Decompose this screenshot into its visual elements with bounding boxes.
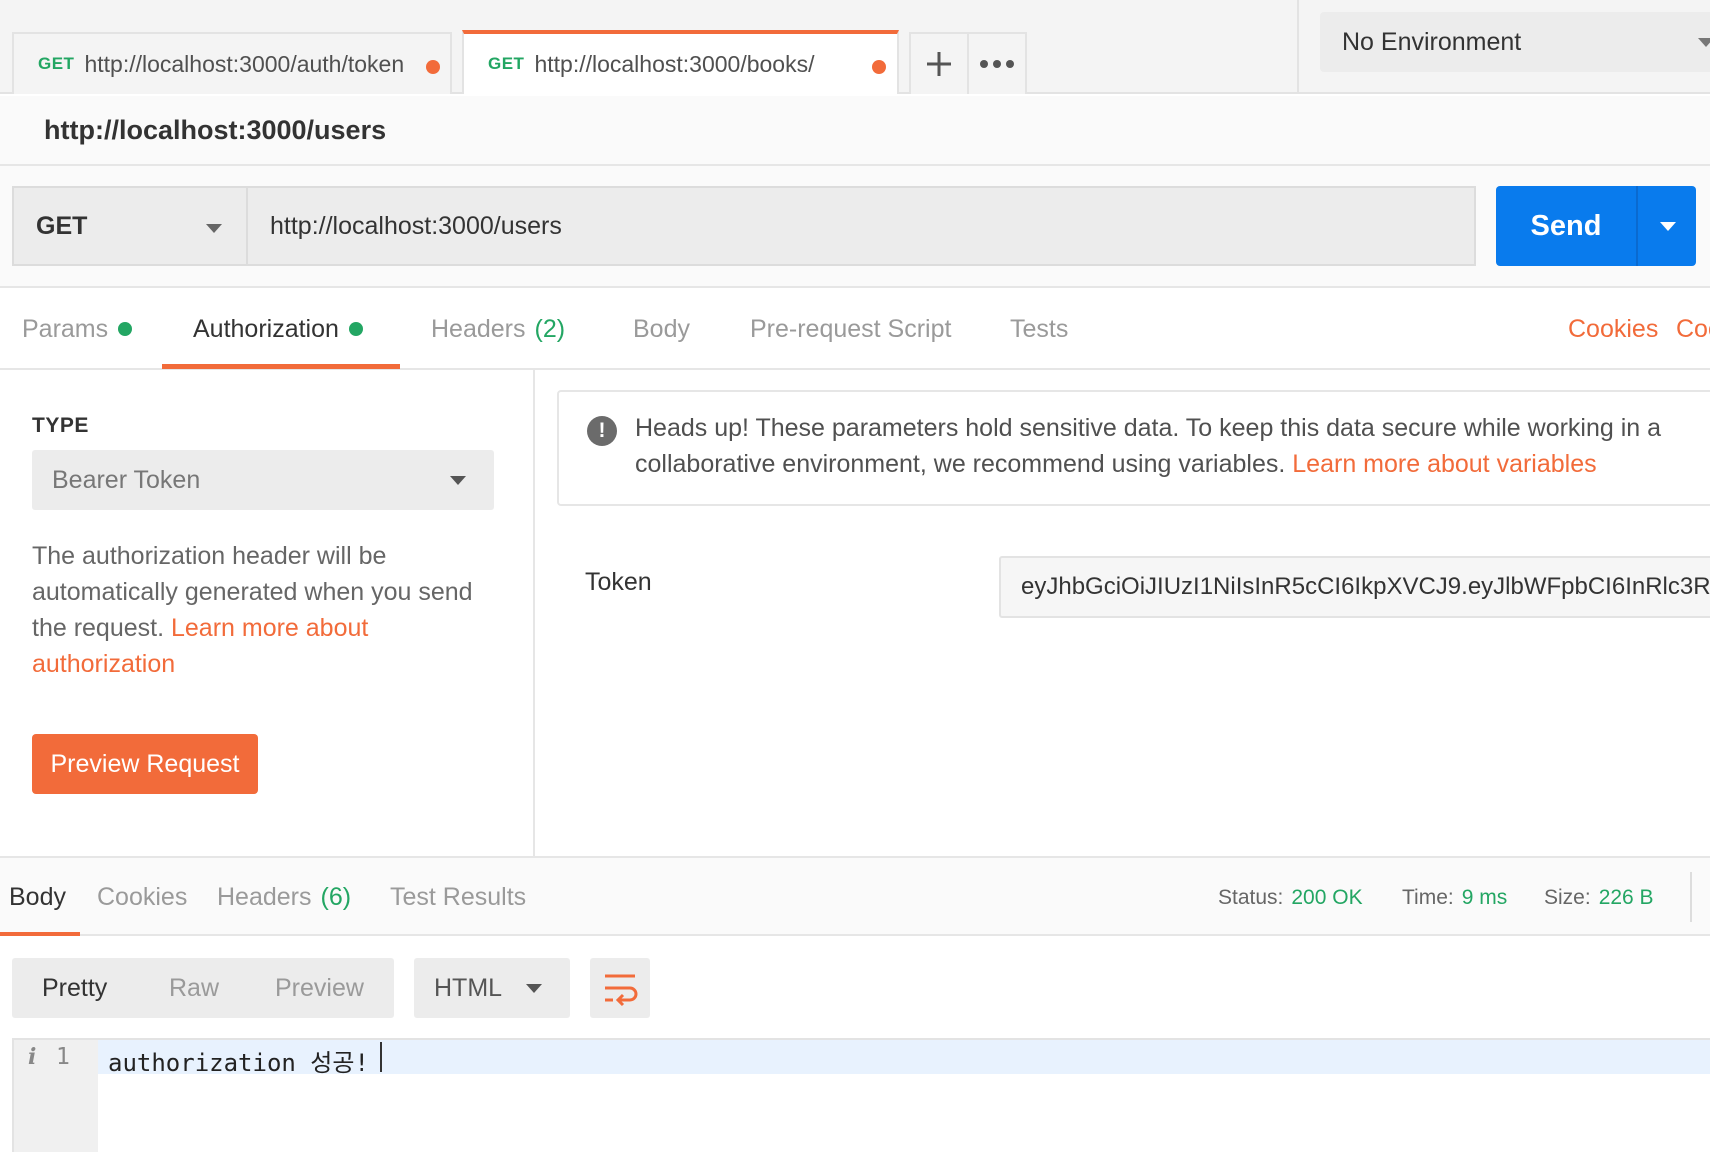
active-tab-indicator <box>162 364 400 369</box>
unsaved-dot-icon <box>426 60 440 74</box>
request-tab-books[interactable]: GET http://localhost:3000/books/ <box>462 30 899 94</box>
warning-message: Heads up! These parameters hold sensitiv… <box>635 410 1710 482</box>
request-tab-auth-token[interactable]: GET http://localhost:3000/auth/token <box>12 32 452 94</box>
token-input[interactable]: eyJhbGciOiJIUzI1NiIsInR5cCI6IkpXVCJ9.eyJ… <box>999 556 1710 618</box>
tab-label: Headers <box>217 882 312 911</box>
tab-method: GET <box>38 54 75 73</box>
request-title: http://localhost:3000/users <box>44 114 387 145</box>
code-link[interactable]: Coo <box>1676 288 1710 370</box>
time-readout: Time: 9 ms <box>1402 886 1507 910</box>
response-tab-test-results[interactable]: Test Results <box>390 858 526 936</box>
ellipsis-icon <box>980 60 1014 68</box>
tab-url: http://localhost:3000/books/ <box>534 50 815 77</box>
wrap-lines-button[interactable] <box>590 958 650 1018</box>
view-preview-button[interactable]: Preview <box>275 958 364 1018</box>
sensitive-data-warning: ! Heads up! These parameters hold sensit… <box>557 390 1710 506</box>
size-value: 226 B <box>1598 886 1654 909</box>
response-tab-headers[interactable]: Headers (6) <box>217 858 351 936</box>
new-tab-button[interactable] <box>909 32 969 94</box>
status-readout: Status: 200 OK <box>1218 886 1363 910</box>
exclamation-icon: ! <box>587 416 617 446</box>
response-tab-cookies[interactable]: Cookies <box>97 858 187 936</box>
tab-pre-request-script[interactable]: Pre-request Script <box>750 288 951 370</box>
view-raw-button[interactable]: Raw <box>169 958 219 1018</box>
tab-authorization[interactable]: Authorization <box>193 288 363 370</box>
size-label: Size: <box>1544 886 1591 909</box>
type-label: TYPE <box>32 414 89 437</box>
tab-tests[interactable]: Tests <box>1010 288 1068 370</box>
token-value: eyJhbGciOiJIUzI1NiIsInR5cCI6IkpXVCJ9.eyJ… <box>1021 573 1710 600</box>
time-label: Time: <box>1402 886 1454 909</box>
view-pretty-button[interactable]: Pretty <box>42 958 107 1018</box>
method-select[interactable]: GET <box>12 186 246 266</box>
tab-url: http://localhost:3000/auth/token <box>84 50 405 77</box>
tab-params[interactable]: Params <box>22 288 133 370</box>
send-options-button[interactable] <box>1636 186 1696 266</box>
headers-count: (6) <box>320 882 352 911</box>
format-value: HTML <box>434 973 503 1002</box>
plus-icon <box>927 52 951 76</box>
more-tabs-button[interactable] <box>967 32 1027 94</box>
wrap-lines-icon <box>605 974 638 1007</box>
auth-type-value: Bearer Token <box>52 465 201 494</box>
tab-label: Headers <box>431 314 526 343</box>
environment-select[interactable]: No Environment <box>1320 12 1710 72</box>
environment-value: No Environment <box>1342 27 1522 56</box>
code-text: authorization 성공! <box>108 1049 369 1077</box>
auth-type-select[interactable]: Bearer Token <box>32 450 494 510</box>
send-button[interactable]: Send <box>1496 186 1636 266</box>
request-name: http://localhost:3000/users <box>0 96 1710 166</box>
tab-headers[interactable]: Headers (2) <box>431 288 565 370</box>
response-tab-body[interactable]: Body <box>9 858 66 936</box>
preview-request-button[interactable]: Preview Request <box>32 734 258 794</box>
token-label: Token <box>585 568 652 596</box>
tab-body[interactable]: Body <box>633 288 690 370</box>
cookies-link[interactable]: Cookies <box>1568 288 1658 370</box>
chevron-down-icon <box>526 984 542 993</box>
request-tabs: Params Authorization Headers (2) Body Pr… <box>0 288 1710 370</box>
url-value: http://localhost:3000/users <box>270 211 562 240</box>
response-tabs: Body Cookies Headers (6) Test Results St… <box>0 856 1710 937</box>
line-gutter: i 1 <box>14 1040 98 1152</box>
chevron-down-icon <box>206 224 222 233</box>
tab-method: GET <box>488 54 525 73</box>
response-body-editor[interactable]: i 1 authorization 성공! <box>12 1038 1710 1152</box>
url-bar: GET http://localhost:3000/users Send <box>0 166 1710 288</box>
time-value: 9 ms <box>1461 886 1508 909</box>
status-dot-icon <box>118 322 133 336</box>
divider <box>1690 872 1692 922</box>
chevron-down-icon <box>450 476 466 485</box>
info-icon: i <box>28 1044 37 1070</box>
tab-label: Params <box>22 314 109 343</box>
status-value: 200 OK <box>1291 886 1363 909</box>
tab-strip: GET http://localhost:3000/auth/token GET… <box>0 0 1710 94</box>
text-cursor <box>380 1042 382 1072</box>
response-toolbar: Pretty Raw Preview HTML <box>0 936 1710 1038</box>
status-label: Status: <box>1218 886 1284 909</box>
headers-count: (2) <box>534 314 566 343</box>
view-mode-group: Pretty Raw Preview <box>12 958 394 1018</box>
divider <box>1297 0 1299 94</box>
format-select[interactable]: HTML <box>414 958 570 1018</box>
auth-description: The authorization header will be automat… <box>32 538 502 682</box>
chevron-down-icon <box>1660 222 1676 231</box>
code-line: authorization 성공! <box>98 1040 1710 1077</box>
chevron-down-icon <box>1698 38 1710 47</box>
unsaved-dot-icon <box>872 60 886 74</box>
auth-type-panel: TYPE Bearer Token The authorization head… <box>0 370 535 856</box>
url-input[interactable]: http://localhost:3000/users <box>246 186 1476 266</box>
auth-fields-panel: ! Heads up! These parameters hold sensit… <box>537 370 1710 856</box>
line-number: 1 <box>56 1044 70 1070</box>
size-readout: Size: 226 B <box>1544 886 1654 910</box>
method-value: GET <box>36 211 88 240</box>
learn-more-variables-link[interactable]: Learn more about variables <box>1292 450 1596 478</box>
tab-label: Authorization <box>193 314 339 343</box>
status-dot-icon <box>348 322 363 336</box>
